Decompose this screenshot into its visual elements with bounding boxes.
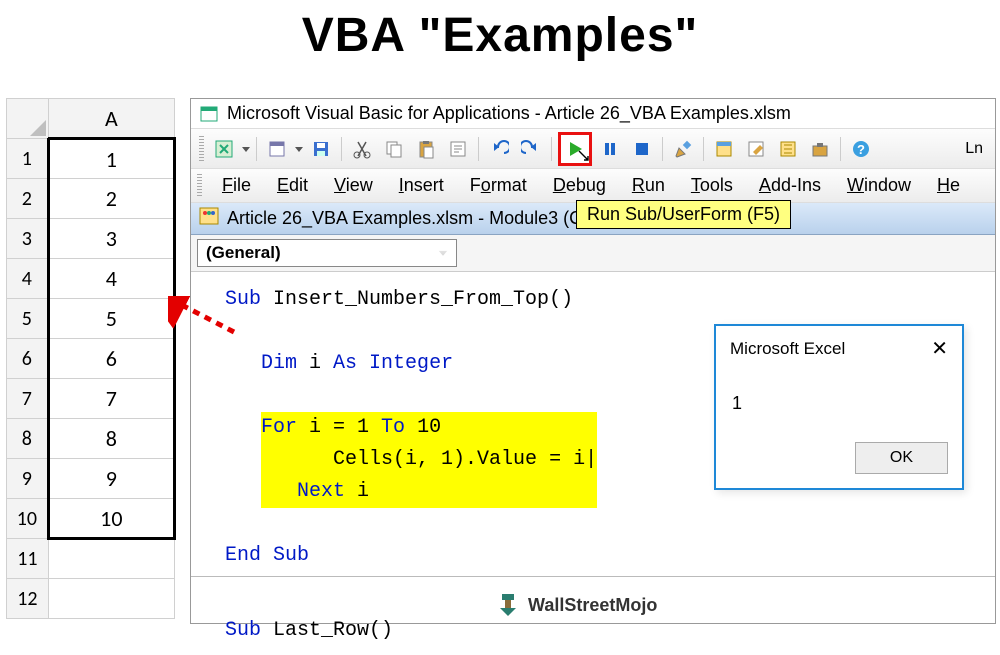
vbe-menubar: File Edit View Insert Format Debug Run T… (191, 169, 995, 203)
svg-text:?: ? (857, 142, 865, 157)
cell[interactable]: 8 (48, 419, 174, 459)
code-keyword: Sub (225, 619, 261, 642)
menu-addins[interactable]: Add-Ins (747, 173, 833, 198)
cut-button[interactable] (348, 135, 376, 163)
cell[interactable] (48, 579, 174, 619)
page-title: VBA "Examples" (0, 0, 1000, 77)
menu-window[interactable]: Window (835, 173, 923, 198)
row-header[interactable]: 4 (7, 259, 49, 299)
save-button[interactable] (307, 135, 335, 163)
row-header[interactable]: 11 (7, 539, 49, 579)
row-header[interactable]: 10 (7, 499, 49, 539)
reset-button[interactable] (628, 135, 656, 163)
module-icon (199, 207, 219, 230)
row-header[interactable]: 2 (7, 179, 49, 219)
row-header[interactable]: 12 (7, 579, 49, 619)
dropdown-icon[interactable] (295, 135, 303, 163)
msgbox-body: 1 (716, 365, 962, 434)
run-button[interactable] (558, 132, 592, 166)
cell[interactable] (48, 539, 174, 579)
line-column-indicator: Ln (965, 140, 987, 158)
code-keyword: End Sub (225, 544, 309, 567)
brand-text: WallStreetMojo (528, 595, 657, 616)
procedure-separator (191, 576, 995, 577)
object-combo[interactable]: (General) (197, 239, 457, 267)
cell[interactable]: 2 (48, 179, 174, 219)
run-tooltip: Run Sub/UserForm (F5) (576, 200, 791, 229)
paste-button[interactable] (412, 135, 440, 163)
highlighted-code: For i = 1 To 10 Cells(i, 1).Value = i| N… (261, 412, 597, 508)
menu-file[interactable]: File (210, 173, 263, 198)
menu-insert[interactable]: Insert (387, 173, 456, 198)
dropdown-icon[interactable] (242, 135, 250, 163)
column-header-A[interactable]: A (48, 99, 174, 139)
menu-edit[interactable]: Edit (265, 173, 320, 198)
row-header[interactable]: 6 (7, 339, 49, 379)
module-title-text: Article 26_VBA Examples.xlsm - Module3 (… (227, 208, 618, 229)
row-header[interactable]: 9 (7, 459, 49, 499)
code-keyword: As Integer (333, 352, 453, 375)
menu-format[interactable]: Format (458, 173, 539, 198)
toolbar-grip-icon (199, 136, 204, 162)
close-icon[interactable]: ✕ (931, 336, 948, 361)
msgbox-title-text: Microsoft Excel (730, 339, 845, 359)
cell[interactable]: 10 (48, 499, 174, 539)
project-explorer-button[interactable] (710, 135, 738, 163)
help-button[interactable]: ? (847, 135, 875, 163)
worksheet-grid[interactable]: A 11 22 33 44 55 66 77 88 99 1010 11 12 (6, 98, 176, 619)
row-header[interactable]: 5 (7, 299, 49, 339)
code-keyword: Dim (261, 352, 297, 375)
brand-logo-icon (496, 592, 520, 618)
cell[interactable]: 3 (48, 219, 174, 259)
watermark-brand: WallStreetMojo (496, 592, 657, 618)
cell[interactable]: 5 (48, 299, 174, 339)
properties-button[interactable] (742, 135, 770, 163)
menu-tools[interactable]: Tools (679, 173, 745, 198)
vbe-title-bar: Microsoft Visual Basic for Applications … (191, 99, 995, 128)
ok-button[interactable]: OK (855, 442, 948, 474)
cell[interactable]: 7 (48, 379, 174, 419)
find-button[interactable] (444, 135, 472, 163)
menu-run[interactable]: Run (620, 173, 677, 198)
object-browser-button[interactable] (774, 135, 802, 163)
cell[interactable]: 4 (48, 259, 174, 299)
cell[interactable]: 1 (48, 139, 174, 179)
redo-button[interactable] (517, 135, 545, 163)
row-header[interactable]: 8 (7, 419, 49, 459)
insert-module-button[interactable] (263, 135, 291, 163)
cell[interactable]: 6 (48, 339, 174, 379)
menu-help[interactable]: He (925, 173, 972, 198)
cell[interactable]: 9 (48, 459, 174, 499)
copy-button[interactable] (380, 135, 408, 163)
row-header[interactable]: 1 (7, 139, 49, 179)
toolbox-button[interactable] (806, 135, 834, 163)
select-all-corner[interactable] (7, 99, 49, 139)
row-header[interactable]: 7 (7, 379, 49, 419)
design-mode-button[interactable] (669, 135, 697, 163)
msgbox-dialog: Microsoft Excel ✕ 1 OK (714, 324, 964, 490)
view-excel-button[interactable] (210, 135, 238, 163)
menubar-grip-icon (197, 174, 202, 198)
break-button[interactable] (596, 135, 624, 163)
vbe-toolbar: ? Ln (191, 128, 995, 169)
annotation-arrow-icon (168, 296, 238, 336)
menu-debug[interactable]: Debug (541, 173, 618, 198)
vbe-window-title: Microsoft Visual Basic for Applications … (227, 103, 791, 124)
undo-button[interactable] (485, 135, 513, 163)
combo-row: (General) (191, 235, 995, 272)
menu-view[interactable]: View (322, 173, 385, 198)
row-header[interactable]: 3 (7, 219, 49, 259)
vba-app-icon (199, 104, 219, 124)
